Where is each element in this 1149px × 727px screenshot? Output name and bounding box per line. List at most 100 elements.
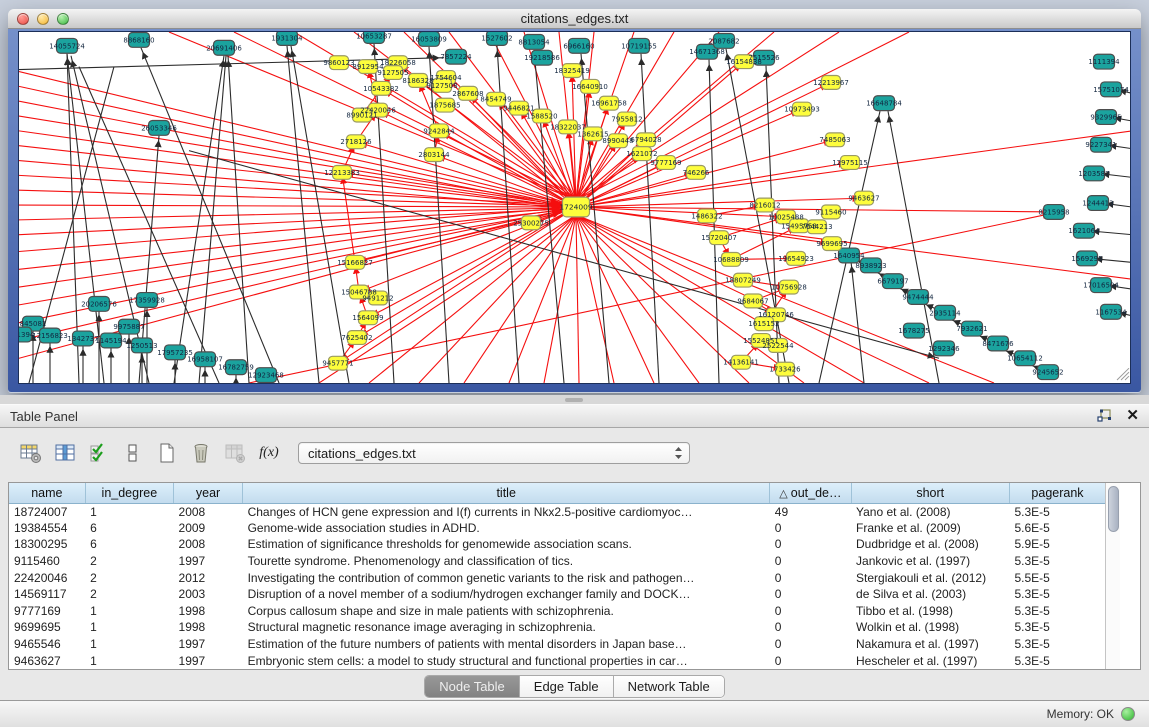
network-node[interactable] [883, 274, 904, 289]
column-header-out_de[interactable]: △out_de… [770, 483, 851, 503]
table-cell[interactable]: 2008 [174, 536, 243, 553]
table-cell[interactable]: de Silva et al. (2003) [851, 586, 1009, 603]
network-node[interactable] [149, 120, 170, 135]
table-cell[interactable]: 2012 [174, 569, 243, 586]
network-node[interactable] [734, 273, 753, 287]
table-cell[interactable]: 1997 [174, 636, 243, 653]
network-node[interactable] [132, 338, 153, 353]
table-cell[interactable]: Jankovic et al. (1997) [851, 553, 1009, 570]
table-cell[interactable]: 2 [85, 569, 173, 586]
table-cell[interactable]: 22420046 [9, 569, 85, 586]
table-cell[interactable]: 0 [770, 536, 851, 553]
table-cell[interactable]: 9463627 [9, 652, 85, 669]
network-node[interactable] [533, 109, 552, 123]
network-node[interactable] [369, 291, 388, 305]
network-node[interactable] [822, 205, 841, 219]
network-node[interactable] [372, 81, 391, 95]
network-node[interactable] [756, 198, 775, 212]
network-node[interactable] [129, 32, 150, 47]
network-node[interactable] [40, 328, 61, 343]
network-node[interactable] [1038, 365, 1059, 380]
table-cell[interactable]: 1998 [174, 603, 243, 620]
table-cell[interactable]: Estimation of the future numbers of pati… [243, 636, 770, 653]
network-node[interactable] [600, 96, 619, 110]
network-node[interactable] [256, 368, 277, 383]
network-node[interactable] [101, 333, 122, 348]
network-node[interactable] [988, 336, 1009, 351]
network-node[interactable] [226, 360, 247, 375]
table-cell[interactable]: 6 [85, 520, 173, 537]
table-cell[interactable]: Yano et al. (2008) [851, 503, 1009, 520]
network-node[interactable] [581, 79, 600, 93]
table-row[interactable]: 946362711997Embryonic stem cells: a mode… [9, 652, 1105, 669]
network-node[interactable] [532, 50, 553, 65]
network-node[interactable] [277, 32, 298, 45]
tab-edge-table[interactable]: Edge Table [520, 676, 614, 697]
network-node[interactable] [353, 108, 372, 122]
memory-status-dot[interactable] [1121, 707, 1135, 721]
network-node[interactable] [359, 311, 378, 325]
network-node[interactable] [563, 64, 582, 78]
table-cell[interactable]: Estimation of significance thresholds fo… [243, 536, 770, 553]
table-cell[interactable]: 1 [85, 503, 173, 520]
table-cell[interactable]: Dudbridge et al. (2008) [851, 536, 1009, 553]
select-visible-columns-icon[interactable] [86, 440, 112, 466]
network-node[interactable] [874, 96, 895, 111]
network-node[interactable] [384, 66, 403, 80]
network-node[interactable] [657, 156, 676, 170]
table-cell[interactable]: 1 [85, 652, 173, 669]
table-cell[interactable]: Stergiakouli et al. (2012) [851, 569, 1009, 586]
table-cell[interactable]: 0 [770, 553, 851, 570]
table-cell[interactable]: 0 [770, 603, 851, 620]
network-node[interactable] [823, 237, 842, 251]
splitter-grip[interactable] [565, 398, 583, 402]
table-cell[interactable]: 5.3E-5 [1009, 619, 1105, 636]
network-node[interactable] [908, 290, 929, 305]
minimize-window-button[interactable] [37, 13, 49, 25]
network-node[interactable] [330, 56, 349, 70]
network-node[interactable] [119, 319, 140, 334]
table-row[interactable]: 2242004622012Investigating the contribut… [9, 569, 1105, 586]
function-builder-icon[interactable]: f(x) [256, 440, 282, 466]
table-selector-combobox[interactable]: citations_edges.txt [298, 442, 690, 464]
network-node[interactable] [752, 334, 771, 348]
network-node[interactable] [348, 331, 367, 345]
network-node[interactable] [934, 341, 955, 356]
table-cell[interactable]: 19384554 [9, 520, 85, 537]
table-row[interactable]: 1456911722003Disruption of a novel membe… [9, 586, 1105, 603]
network-node[interactable] [822, 76, 841, 90]
table-cell[interactable]: Nakamura et al. (1997) [851, 636, 1009, 653]
table-cell[interactable]: Structural magnetic resonance image aver… [243, 619, 770, 636]
network-node[interactable] [137, 293, 158, 308]
table-cell[interactable]: 0 [770, 520, 851, 537]
table-cell[interactable]: 0 [770, 619, 851, 636]
pane-splitter[interactable] [0, 395, 1149, 404]
table-cell[interactable]: 2008 [174, 503, 243, 520]
network-node[interactable] [563, 197, 590, 217]
table-cell[interactable]: Changes of HCN gene expression and I(f) … [243, 503, 770, 520]
table-cell[interactable]: Tibbo et al. (1998) [851, 603, 1009, 620]
network-node[interactable] [364, 32, 385, 43]
network-canvas[interactable]: 1405572488681602069140619313041065328716… [19, 32, 1131, 383]
network-node[interactable] [629, 38, 650, 53]
column-header-pagerank[interactable]: pagerank [1009, 483, 1105, 503]
table-row[interactable]: 911546021997Tourette syndrome. Phenomeno… [9, 553, 1105, 570]
table-cell[interactable]: 5.3E-5 [1009, 603, 1105, 620]
network-node[interactable] [808, 220, 827, 234]
network-node[interactable] [714, 33, 735, 48]
network-node[interactable] [1084, 166, 1105, 181]
column-header-year[interactable]: year [174, 483, 243, 503]
network-node[interactable] [1101, 82, 1122, 97]
tab-network-table[interactable]: Network Table [614, 676, 724, 697]
table-cell[interactable]: 5.3E-5 [1009, 503, 1105, 520]
network-node[interactable] [425, 148, 444, 162]
table-row[interactable]: 969969511998Structural magnetic resonanc… [9, 619, 1105, 636]
table-cell[interactable]: 1998 [174, 619, 243, 636]
table-vertical-scrollbar[interactable] [1105, 483, 1120, 669]
network-window-titlebar[interactable]: citations_edges.txt [8, 9, 1141, 29]
network-node[interactable] [935, 305, 956, 320]
delete-columns-icon[interactable] [222, 440, 248, 466]
node-table-grid[interactable]: namein_degreeyeartitle△out_de…shortpager… [9, 483, 1105, 669]
network-node[interactable] [855, 191, 874, 205]
table-cell[interactable]: Corpus callosum shape and size in male p… [243, 603, 770, 620]
